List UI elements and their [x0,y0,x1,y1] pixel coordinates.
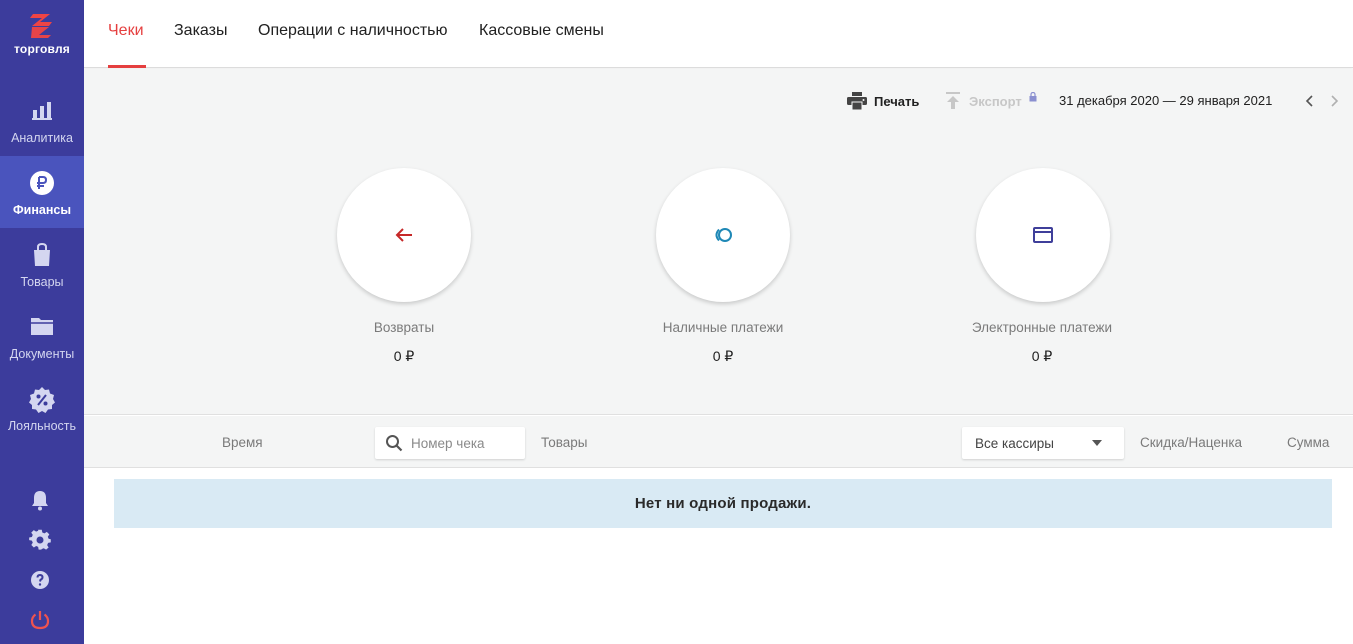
bar-chart-icon [32,102,52,120]
shopping-bag-icon [34,242,50,266]
credit-card-icon [1033,227,1053,243]
column-time[interactable]: Время [222,435,263,450]
sidebar-item-analytics[interactable]: Аналитика [0,84,84,156]
returns-circle [337,168,471,302]
date-range-picker[interactable]: 31 декабря 2020 — 29 января 2021 [1059,93,1272,108]
column-discount[interactable]: Скидка/Наценка [1140,435,1242,450]
summary-panel: Печать Экспорт 31 декабря 2020 — 29 янва… [84,69,1353,415]
electronic-payments-value: 0 ₽ [1031,348,1053,364]
logo-text: торговля [14,42,70,56]
chevron-right-icon[interactable] [1327,93,1341,109]
active-tab-indicator [108,65,146,68]
cash-payments-label: Наличные платежи [662,320,784,335]
tab-cash-shifts[interactable]: Кассовые смены [479,22,604,40]
printer-icon [847,92,867,110]
help-icon[interactable] [28,568,52,592]
returns-value: 0 ₽ [393,348,415,364]
cash-payments-circle [656,168,790,302]
search-input[interactable] [411,433,519,453]
column-goods: Товары [541,435,588,450]
caret-down-icon [1092,440,1102,446]
cashier-select[interactable]: Все кассиры [962,427,1124,459]
logo-icon [30,14,52,38]
print-button[interactable]: Печать [847,92,919,110]
chevron-left-icon[interactable] [1303,93,1317,109]
sidebar: торговля Аналитика Финансы Товары Докуме… [0,0,84,644]
receipt-number-search[interactable] [375,427,525,459]
export-label: Экспорт [969,93,1022,109]
top-tab-bar: Чеки Заказы Операции с наличностью Кассо… [84,0,1353,68]
folder-icon [31,318,53,335]
empty-state-message: Нет ни одной продажи. [114,479,1332,528]
arrow-left-icon [395,228,412,242]
tab-receipts[interactable]: Чеки [108,22,144,40]
bell-icon[interactable] [28,488,52,512]
sidebar-item-documents[interactable]: Документы [0,300,84,372]
returns-label: Возвраты [373,320,435,335]
sidebar-item-label: Документы [9,347,75,361]
app-logo[interactable]: торговля [0,8,84,56]
lock-icon [1029,92,1037,102]
upload-icon [946,92,960,109]
electronic-payments-label: Электронные платежи [971,320,1113,335]
export-button[interactable]: Экспорт [945,92,1037,110]
search-icon [386,435,403,452]
sidebar-item-label: Лояльность [7,419,77,433]
discount-badge-icon [29,387,55,413]
sidebar-item-finance[interactable]: Финансы [0,156,84,228]
sidebar-item-label: Товары [20,275,64,289]
ruble-icon [30,171,54,195]
sidebar-item-label: Аналитика [11,131,73,145]
tab-cash-operations[interactable]: Операции с наличностью [258,22,447,40]
electronic-payments-circle [976,168,1110,302]
column-sum[interactable]: Сумма [1287,435,1329,450]
coins-icon [715,228,732,242]
sidebar-item-goods[interactable]: Товары [0,228,84,300]
table-header: Время Товары Все кассиры Скидка/Наценка … [84,416,1353,468]
tab-orders[interactable]: Заказы [174,22,227,40]
sidebar-item-loyalty[interactable]: Лояльность [0,372,84,444]
gear-icon[interactable] [28,528,52,552]
cash-payments-value: 0 ₽ [712,348,734,364]
power-icon[interactable] [28,608,52,632]
sidebar-item-label: Финансы [12,203,72,217]
print-label: Печать [874,93,920,109]
cashier-select-value: Все кассиры [975,436,1054,451]
